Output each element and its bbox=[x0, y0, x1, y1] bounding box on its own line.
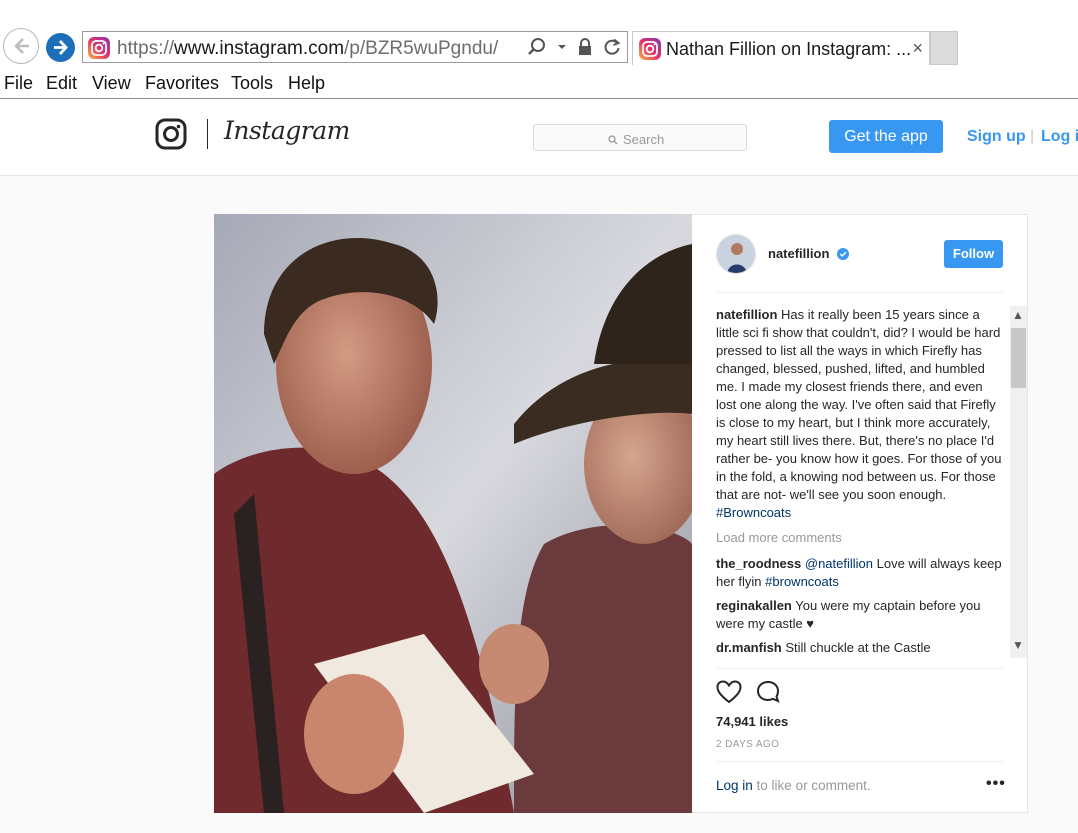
dropdown-icon[interactable] bbox=[557, 42, 567, 52]
log-in-link[interactable]: Log in bbox=[1041, 128, 1078, 146]
menu-tools[interactable]: Tools bbox=[231, 73, 273, 94]
tab-close-button[interactable]: × bbox=[912, 38, 923, 59]
search-placeholder-wrap: Search bbox=[608, 132, 664, 147]
comments-scrollbar[interactable]: ▲ ▼ bbox=[1010, 306, 1027, 658]
instagram-wordmark[interactable]: Instagram bbox=[224, 116, 350, 145]
bottom-divider bbox=[716, 761, 1004, 762]
menu-view[interactable]: View bbox=[92, 73, 131, 94]
scroll-down-icon[interactable]: ▼ bbox=[1012, 638, 1024, 652]
comment-item: dr.manfish Still chuckle at the Castle bbox=[716, 639, 1006, 657]
search-placeholder: Search bbox=[623, 132, 665, 147]
comment-item: the_roodness @natefillion Love will alwa… bbox=[716, 555, 1006, 591]
post-caption: natefillion Has it really been 15 years … bbox=[716, 306, 1006, 522]
sign-up-link[interactable]: Sign up bbox=[967, 128, 1026, 146]
instagram-favicon-icon bbox=[639, 38, 661, 60]
address-tools bbox=[527, 37, 621, 57]
search-icon[interactable] bbox=[527, 37, 547, 57]
refresh-icon[interactable] bbox=[603, 38, 621, 56]
back-arrow-icon bbox=[14, 38, 29, 54]
login-comment-link[interactable]: Log in bbox=[716, 778, 753, 793]
header-divider bbox=[716, 292, 1004, 293]
comment-mention[interactable]: @natefillion bbox=[805, 556, 873, 571]
more-options-button[interactable]: ••• bbox=[986, 775, 1006, 793]
verified-badge-icon bbox=[837, 248, 849, 260]
back-button[interactable] bbox=[3, 28, 39, 64]
avatar-image bbox=[717, 235, 755, 273]
menu-bar: File Edit View Favorites Tools Help bbox=[0, 68, 1078, 99]
likes-count[interactable]: 74,941 likes bbox=[716, 714, 788, 729]
load-more-comments[interactable]: Load more comments bbox=[716, 529, 1006, 547]
avatar[interactable] bbox=[716, 234, 756, 274]
url-text[interactable]: https://www.instagram.com/p/BZR5wuPgndu/ bbox=[117, 38, 498, 60]
tab-title: Nathan Fillion on Instagram: ... bbox=[666, 39, 912, 59]
comment-username[interactable]: the_roodness bbox=[716, 556, 801, 571]
header-separator: | bbox=[1030, 128, 1035, 145]
forward-button[interactable] bbox=[46, 33, 75, 62]
menu-file[interactable]: File bbox=[4, 73, 33, 94]
instagram-favicon-icon bbox=[88, 37, 110, 59]
browser-tab[interactable]: Nathan Fillion on Instagram: ... × bbox=[632, 31, 930, 65]
comment-text: Still chuckle at the Castle bbox=[785, 640, 931, 655]
comment-item: reginakallen You were my captain before … bbox=[716, 597, 1006, 633]
actions-divider bbox=[716, 668, 1004, 669]
instagram-logo-icon[interactable] bbox=[155, 118, 187, 150]
lock-icon[interactable] bbox=[577, 37, 593, 57]
comment-username[interactable]: dr.manfish bbox=[716, 640, 782, 655]
menu-favorites[interactable]: Favorites bbox=[145, 73, 219, 94]
post-photo-image bbox=[214, 214, 692, 813]
scroll-up-icon[interactable]: ▲ bbox=[1012, 308, 1024, 322]
new-tab-button[interactable] bbox=[930, 31, 958, 65]
login-to-comment: Log in to like or comment. bbox=[716, 778, 871, 793]
get-the-app-button[interactable]: Get the app bbox=[829, 120, 943, 153]
comments-list[interactable]: natefillion Has it really been 15 years … bbox=[716, 306, 1006, 668]
post-timestamp: 2 DAYS AGO bbox=[716, 739, 780, 750]
caption-hashtag[interactable]: #Browncoats bbox=[716, 505, 791, 520]
comment-username[interactable]: reginakallen bbox=[716, 598, 792, 613]
search-input[interactable]: Search bbox=[533, 124, 747, 151]
logo-divider bbox=[207, 119, 208, 149]
menu-help[interactable]: Help bbox=[288, 73, 325, 94]
login-comment-text: to like or comment. bbox=[752, 778, 871, 793]
search-icon bbox=[608, 134, 618, 144]
follow-button[interactable]: Follow bbox=[944, 240, 1003, 268]
menu-edit[interactable]: Edit bbox=[46, 73, 77, 94]
comment-hashtag[interactable]: #browncoats bbox=[765, 574, 839, 589]
address-bar[interactable]: https://www.instagram.com/p/BZR5wuPgndu/ bbox=[82, 31, 628, 63]
post-photo[interactable] bbox=[214, 214, 692, 813]
heart-icon[interactable] bbox=[716, 680, 742, 704]
caption-username[interactable]: natefillion bbox=[716, 307, 777, 322]
scrollbar-thumb[interactable] bbox=[1011, 328, 1026, 388]
caption-text: Has it really been 15 years since a litt… bbox=[716, 307, 1002, 502]
comment-icon[interactable] bbox=[756, 680, 782, 704]
forward-arrow-icon bbox=[54, 40, 68, 55]
post-username[interactable]: natefillion bbox=[768, 246, 829, 261]
browser-chrome: https://www.instagram.com/p/BZR5wuPgndu/… bbox=[0, 0, 1078, 99]
